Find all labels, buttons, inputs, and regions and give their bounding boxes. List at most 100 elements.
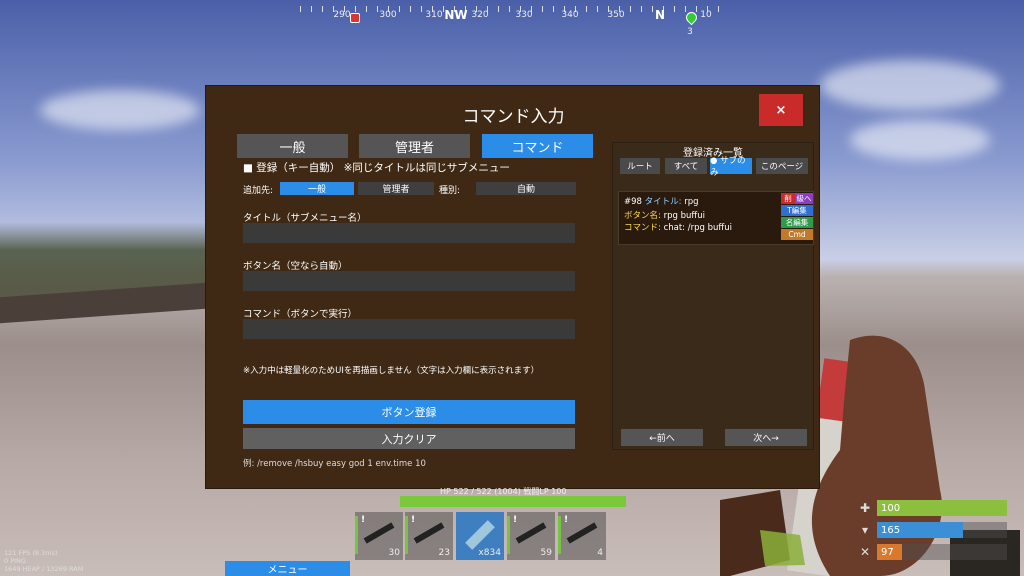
stat-track: 100 <box>877 500 1007 516</box>
compass-tick <box>553 6 554 12</box>
alert-icon: ! <box>361 515 366 525</box>
ping-readout: 0 PING <box>4 557 26 565</box>
type-label: 種別: <box>439 186 461 196</box>
compass-label: 350 <box>607 10 625 20</box>
compass-tick <box>542 6 543 12</box>
tab-admin[interactable]: 管理者 <box>359 134 470 158</box>
compass-tick <box>674 6 675 12</box>
item-count: x834 <box>478 548 501 558</box>
item-count: 4 <box>597 548 603 558</box>
condition-bar <box>558 516 561 554</box>
hotbar-slot[interactable]: ! 59 <box>507 512 555 560</box>
edit-name-button[interactable]: 名編集 <box>781 217 813 228</box>
register-button[interactable]: ボタン登録 <box>243 400 575 424</box>
stat-track: 97 <box>877 544 1007 560</box>
health-icon: ✚ <box>859 501 871 515</box>
close-button[interactable]: × <box>759 94 803 126</box>
sky-cloud <box>820 60 1000 110</box>
filter-this-page[interactable]: このページ <box>756 158 808 174</box>
compass-tick <box>377 6 378 12</box>
condition-bar <box>355 516 358 554</box>
next-page-button[interactable]: 次へ→ <box>725 429 807 446</box>
compass: 290 300 310 NW 320 330 340 350 N 10 3 <box>300 0 720 40</box>
compass-label: 10 <box>700 10 712 20</box>
water-icon: ▾ <box>861 523 869 537</box>
compass-label: 320 <box>471 10 489 20</box>
hotbar-slot[interactable]: ! 23 <box>405 512 453 560</box>
alert-icon: ! <box>564 515 569 525</box>
registered-entry: #98 タイトル: rpg ボタン名: rpg buffui コマンド: cha… <box>618 191 814 245</box>
edit-command-button[interactable]: Cmd <box>781 229 813 240</box>
rifle-icon <box>413 522 445 544</box>
compass-tick <box>597 6 598 12</box>
dialog-title: コマンド入力 <box>462 107 565 127</box>
title-input[interactable] <box>243 223 575 243</box>
compass-label: NW <box>444 8 468 22</box>
compass-tick <box>322 6 323 12</box>
menu-button[interactable]: メニュー <box>225 561 350 576</box>
item-count: 59 <box>540 548 552 558</box>
register-heading: ■ 登録（キー自動） ※同じタイトルは同じサブメニュー <box>243 162 510 174</box>
compass-tick <box>630 6 631 12</box>
entry-command-value: chat: /rpg buffui <box>663 223 732 233</box>
prev-page-button[interactable]: ←前へ <box>621 429 703 446</box>
compass-tick <box>685 6 686 12</box>
stat-value: 100 <box>877 500 1007 516</box>
stat-value: 165 <box>877 522 963 538</box>
compass-label: 310 <box>425 10 443 20</box>
tab-command[interactable]: コマンド <box>482 134 593 158</box>
command-input-dialog: コマンド入力 × 一般 管理者 コマンド ■ 登録（キー自動） ※同じタイトルは… <box>205 85 820 489</box>
target-admin-option[interactable]: 管理者 <box>358 182 434 195</box>
target-general-option[interactable]: 一般 <box>280 182 354 195</box>
button-name-input[interactable] <box>243 271 575 291</box>
filter-sub-only[interactable]: ● サブのみ <box>710 156 752 178</box>
memory-readout: 1649 HEAP / 13269 RAM <box>4 565 84 573</box>
food-icon: ✕ <box>859 545 871 559</box>
target-label: 追加先: <box>243 186 274 196</box>
rifle-icon <box>363 522 395 544</box>
filter-root[interactable]: ルート <box>620 158 660 174</box>
hotbar-slot[interactable]: ! 30 <box>355 512 403 560</box>
alert-icon: ! <box>513 515 518 525</box>
fps-readout: 121 FPS (8.3ms) <box>4 549 58 557</box>
hp-bar <box>400 496 626 507</box>
compass-label: 330 <box>515 10 533 20</box>
compass-tick <box>355 6 356 12</box>
map-marker-icon <box>683 9 700 26</box>
compass-tick <box>641 6 642 12</box>
entry-id: #98 <box>624 197 642 207</box>
compass-tick <box>311 6 312 12</box>
hotbar-slot[interactable]: ! 4 <box>558 512 606 560</box>
compass-label: 300 <box>379 10 397 20</box>
compass-label: 340 <box>561 10 579 20</box>
registered-list-panel: 登録済み一覧 ルート すべて ● サブのみ このページ #98 タイトル: rp… <box>612 142 814 450</box>
condition-bar <box>405 516 408 554</box>
marker-count: 3 <box>687 27 693 37</box>
delete-entry-button[interactable]: 削 <box>781 193 795 204</box>
item-count: 30 <box>388 548 400 558</box>
clear-input-button[interactable]: 入力クリア <box>243 428 575 449</box>
enemy-marker-icon <box>350 13 360 23</box>
move-entry-button[interactable]: 級へ <box>795 193 813 204</box>
compass-tick <box>399 6 400 12</box>
stat-row: ✚ 100 <box>857 500 1007 516</box>
title-field-label: タイトル（サブメニュー名） <box>243 213 367 224</box>
stat-row: ▾ 165 <box>857 522 1007 538</box>
input-note: ※入力中は軽量化のためUIを再描画しません（文字は入力欄に表示されます） <box>243 366 540 376</box>
alert-icon: ! <box>411 515 416 525</box>
command-input[interactable] <box>243 319 575 339</box>
hotbar-slot[interactable]: x834 <box>456 512 504 560</box>
filter-all[interactable]: すべて <box>665 158 707 174</box>
compass-label: N <box>654 8 666 22</box>
edit-title-button[interactable]: T編集 <box>781 205 813 216</box>
entry-button-key: ボタン名: <box>624 211 661 221</box>
compass-label: 290 <box>333 10 351 20</box>
type-select[interactable]: 自動 <box>476 182 576 195</box>
item-count: 23 <box>438 548 450 558</box>
entry-title-key: タイトル: <box>644 197 682 207</box>
tab-general[interactable]: 一般 <box>237 134 348 158</box>
compass-tick <box>586 6 587 12</box>
stat-row: ✕ 97 <box>857 544 1007 560</box>
compass-tick <box>652 6 653 12</box>
condition-bar <box>507 516 510 554</box>
